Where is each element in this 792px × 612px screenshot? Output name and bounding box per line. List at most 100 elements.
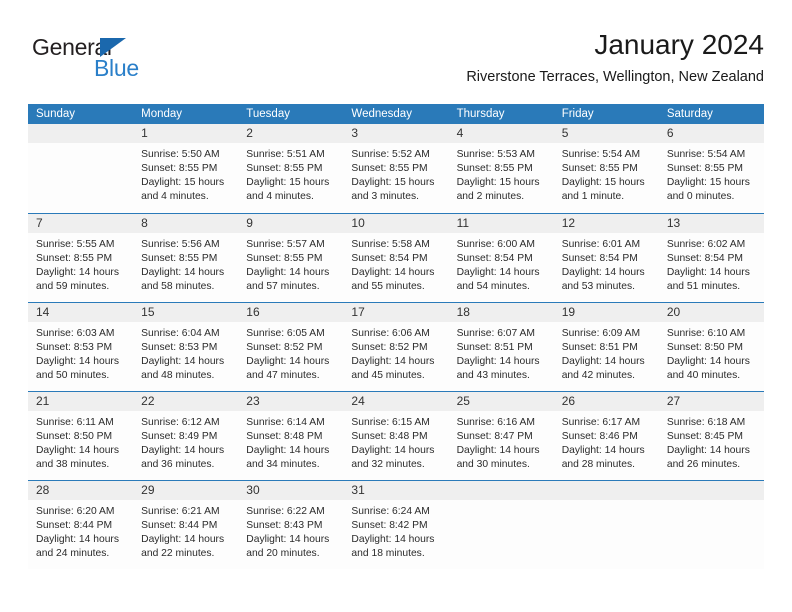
day-info: Sunrise: 6:05 AM Sunset: 8:52 PM Daylight:… [238,322,343,383]
day-number: 2 [238,124,344,143]
daylight-duration-line1: Daylight: 14 hours [351,533,435,545]
daylight-duration-line1: Daylight: 14 hours [456,444,540,456]
day-number: 17 [343,302,449,322]
title-block: January 2024 Riverstone Terraces, Wellin… [466,28,764,86]
day-info: Sunrise: 6:06 AM Sunset: 8:52 PM Daylight:… [343,322,448,383]
daylight-duration-line1: Daylight: 14 hours [141,533,225,545]
calendar-day-cell[interactable]: 15 Sunrise: 6:04 AM Sunset: 8:53 PM Dayligh… [133,301,239,391]
general-blue-logo: General Blue [32,34,192,90]
day-info: Sunrise: 5:54 AM Sunset: 8:55 PM Daylight:… [554,143,659,204]
sunset-time: Sunset: 8:55 PM [456,163,533,175]
calendar-day-cell[interactable]: 30 Sunrise: 6:22 AM Sunset: 8:43 PM Dayligh… [238,479,344,569]
daylight-duration-line1: Daylight: 14 hours [561,444,645,456]
calendar-day-cell[interactable]: 6 Sunrise: 5:54 AM Sunset: 8:55 PM Daylight… [658,124,764,213]
calendar-day-cell[interactable]: 25 Sunrise: 6:16 AM Sunset: 8:47 PM Dayligh… [448,390,554,480]
day-number: 18 [448,302,554,322]
daylight-duration-line2: and 4 minutes. [141,191,209,203]
day-info: Sunrise: 6:00 AM Sunset: 8:54 PM Daylight:… [449,233,554,294]
calendar-body: 1 Sunrise: 5:50 AM Sunset: 8:55 PM Daylight… [28,124,764,569]
calendar-day-cell[interactable]: 1 Sunrise: 5:50 AM Sunset: 8:55 PM Daylight… [133,124,239,213]
daylight-duration-line2: and 40 minutes. [666,369,741,381]
sunrise-time: Sunrise: 5:56 AM [141,238,220,250]
daylight-duration-line2: and 42 minutes. [561,369,635,381]
daylight-duration-line2: and 3 minutes. [351,191,419,203]
daylight-duration-line2: and 47 minutes. [246,369,320,381]
day-info: Sunrise: 6:11 AM Sunset: 8:50 PM Daylight:… [28,411,133,472]
daylight-duration-line1: Daylight: 14 hours [141,444,225,456]
daylight-duration-line1: Daylight: 14 hours [246,266,330,278]
day-info: Sunrise: 5:57 AM Sunset: 8:55 PM Daylight:… [238,233,343,294]
daylight-duration-line1: Daylight: 14 hours [666,355,750,367]
day-number: 7 [28,213,134,233]
daylight-duration-line1: Daylight: 14 hours [456,355,540,367]
daylight-duration-line2: and 34 minutes. [246,458,320,470]
daylight-duration-line2: and 0 minutes. [666,191,735,203]
sunrise-time: Sunrise: 6:05 AM [246,327,325,339]
day-info: Sunrise: 5:55 AM Sunset: 8:55 PM Daylight:… [28,233,133,294]
daylight-duration-line1: Daylight: 14 hours [36,355,119,367]
calendar-day-cell[interactable]: 3 Sunrise: 5:52 AM Sunset: 8:55 PM Daylight… [343,124,449,213]
daylight-duration-line1: Daylight: 14 hours [561,355,645,367]
calendar-day-cell[interactable]: 31 Sunrise: 6:24 AM Sunset: 8:42 PM Dayligh… [343,479,449,569]
calendar-week-row: 21 Sunrise: 6:11 AM Sunset: 8:50 PM Dayligh… [28,390,764,480]
calendar-day-cell[interactable]: 9 Sunrise: 5:57 AM Sunset: 8:55 PM Daylight… [238,212,344,302]
calendar-day-cell[interactable]: 4 Sunrise: 5:53 AM Sunset: 8:55 PM Daylight… [448,124,554,213]
calendar-day-cell[interactable]: 22 Sunrise: 6:12 AM Sunset: 8:49 PM Dayligh… [133,390,239,480]
daylight-duration-line2: and 4 minutes. [246,191,314,203]
calendar-week-row: 1 Sunrise: 5:50 AM Sunset: 8:55 PM Daylight… [28,124,764,213]
day-number: 6 [658,124,764,143]
calendar-day-cell[interactable]: 12 Sunrise: 6:01 AM Sunset: 8:54 PM Dayligh… [553,212,659,302]
sunset-time: Sunset: 8:51 PM [456,341,533,353]
daylight-duration-line1: Daylight: 15 hours [456,177,540,189]
calendar-day-cell[interactable]: 10 Sunrise: 5:58 AM Sunset: 8:54 PM Dayligh… [343,212,449,302]
sunset-time: Sunset: 8:42 PM [351,519,428,531]
calendar-day-cell[interactable]: 7 Sunrise: 5:55 AM Sunset: 8:55 PM Daylight… [28,212,134,302]
daylight-duration-line1: Daylight: 14 hours [666,266,750,278]
weekday-header-wednesday: Wednesday [343,104,449,124]
sunrise-time: Sunrise: 6:18 AM [666,416,746,428]
sunset-time: Sunset: 8:54 PM [351,252,428,264]
calendar-day-cell[interactable]: 21 Sunrise: 6:11 AM Sunset: 8:50 PM Dayligh… [28,390,134,480]
calendar-day-cell[interactable]: 2 Sunrise: 5:51 AM Sunset: 8:55 PM Daylight… [238,124,344,213]
day-info: Sunrise: 5:53 AM Sunset: 8:55 PM Daylight:… [449,143,554,204]
calendar-day-cell[interactable]: 28 Sunrise: 6:20 AM Sunset: 8:44 PM Dayligh… [28,479,134,569]
day-info: Sunrise: 6:16 AM Sunset: 8:47 PM Daylight:… [449,411,554,472]
day-number [658,480,764,500]
calendar-day-cell[interactable]: 27 Sunrise: 6:18 AM Sunset: 8:45 PM Dayligh… [658,390,764,480]
daylight-duration-line1: Daylight: 14 hours [351,355,435,367]
day-number: 16 [238,302,344,322]
daylight-duration-line1: Daylight: 14 hours [36,266,119,278]
calendar-day-cell[interactable]: 19 Sunrise: 6:09 AM Sunset: 8:51 PM Dayligh… [553,301,659,391]
calendar-day-cell[interactable]: 13 Sunrise: 6:02 AM Sunset: 8:54 PM Dayligh… [658,212,764,302]
sunrise-time: Sunrise: 6:22 AM [246,505,325,517]
daylight-duration-line1: Daylight: 14 hours [246,533,330,545]
sunset-time: Sunset: 8:51 PM [561,341,638,353]
calendar-day-cell[interactable]: 20 Sunrise: 6:10 AM Sunset: 8:50 PM Dayligh… [658,301,764,391]
daylight-duration-line1: Daylight: 14 hours [36,444,119,456]
sunrise-time: Sunrise: 6:06 AM [351,327,430,339]
day-info: Sunrise: 5:50 AM Sunset: 8:55 PM Daylight:… [133,143,238,204]
calendar-day-cell[interactable]: 23 Sunrise: 6:14 AM Sunset: 8:48 PM Dayligh… [238,390,344,480]
calendar-day-cell[interactable]: 8 Sunrise: 5:56 AM Sunset: 8:55 PM Daylight… [133,212,239,302]
sunset-time: Sunset: 8:50 PM [666,341,743,353]
calendar-day-cell[interactable]: 18 Sunrise: 6:07 AM Sunset: 8:51 PM Dayligh… [448,301,554,391]
weekday-header-monday: Monday [133,104,239,124]
daylight-duration-line2: and 1 minute. [561,191,625,203]
day-info: Sunrise: 6:17 AM Sunset: 8:46 PM Daylight:… [554,411,659,472]
day-info: Sunrise: 6:09 AM Sunset: 8:51 PM Daylight:… [554,322,659,383]
sunset-time: Sunset: 8:52 PM [246,341,323,353]
calendar-day-cell[interactable]: 29 Sunrise: 6:21 AM Sunset: 8:44 PM Dayligh… [133,479,239,569]
calendar-day-cell[interactable]: 17 Sunrise: 6:06 AM Sunset: 8:52 PM Dayligh… [343,301,449,391]
day-info: Sunrise: 6:20 AM Sunset: 8:44 PM Daylight:… [28,500,133,561]
sunrise-time: Sunrise: 6:14 AM [246,416,325,428]
calendar-day-cell[interactable]: 16 Sunrise: 6:05 AM Sunset: 8:52 PM Dayligh… [238,301,344,391]
daylight-duration-line2: and 30 minutes. [456,458,530,470]
calendar-day-cell[interactable]: 5 Sunrise: 5:54 AM Sunset: 8:55 PM Daylight… [553,124,659,213]
daylight-duration-line2: and 26 minutes. [666,458,741,470]
sunset-time: Sunset: 8:45 PM [666,430,743,442]
calendar-day-cell[interactable]: 14 Sunrise: 6:03 AM Sunset: 8:53 PM Dayligh… [28,301,134,391]
calendar-day-cell[interactable]: 11 Sunrise: 6:00 AM Sunset: 8:54 PM Dayligh… [448,212,554,302]
daylight-duration-line1: Daylight: 14 hours [561,266,645,278]
calendar-day-cell[interactable]: 24 Sunrise: 6:15 AM Sunset: 8:48 PM Dayligh… [343,390,449,480]
calendar-day-cell[interactable]: 26 Sunrise: 6:17 AM Sunset: 8:46 PM Dayligh… [553,390,659,480]
